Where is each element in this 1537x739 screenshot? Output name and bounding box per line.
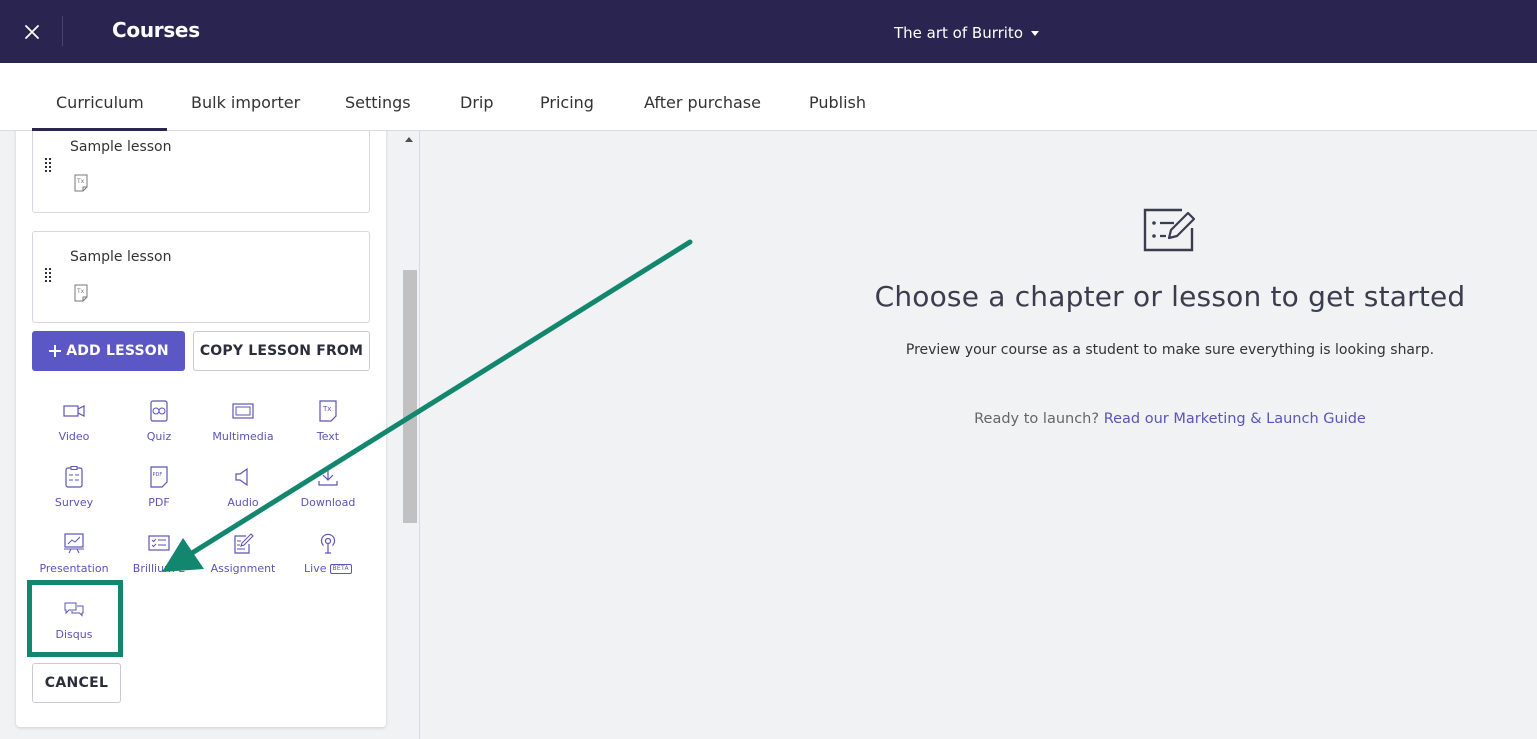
lesson-type-label: Download	[300, 496, 356, 509]
tab-bar: Curriculum Bulk importer Settings Drip P…	[0, 63, 1537, 131]
disqus-icon	[64, 602, 84, 617]
tab-settings[interactable]: Settings	[345, 93, 411, 112]
lesson-title: Sample lesson	[70, 139, 172, 155]
copy-lesson-button[interactable]: COPY LESSON FROM	[193, 331, 370, 371]
lesson-type-assignment[interactable]: Assignment	[201, 530, 285, 586]
beta-badge: BETA	[329, 563, 352, 574]
tab-bulk-importer[interactable]: Bulk importer	[191, 93, 300, 112]
lesson-type-label: Brillium E	[132, 562, 186, 575]
download-icon	[318, 468, 338, 486]
drag-handle-icon[interactable]	[44, 158, 52, 172]
svg-text:Tx: Tx	[76, 288, 85, 295]
sidebar-scrollbar[interactable]	[401, 131, 418, 739]
quiz-icon	[150, 400, 168, 422]
text-lesson-icon: Tx	[74, 284, 88, 302]
lesson-type-label: Quiz	[146, 430, 172, 443]
live-label: Live	[304, 562, 327, 575]
launch-guide-line: Ready to launch? Read our Marketing & La…	[870, 411, 1470, 427]
multimedia-icon	[232, 403, 254, 419]
tab-after-purchase[interactable]: After purchase	[644, 93, 761, 112]
lesson-type-label: Assignment	[210, 562, 276, 575]
lesson-type-video[interactable]: Video	[32, 398, 116, 454]
plus-icon	[49, 345, 62, 357]
lesson-item[interactable]: Sample lesson Tx	[32, 131, 370, 213]
close-icon	[25, 25, 39, 39]
lesson-type-live[interactable]: Live BETA	[286, 530, 370, 586]
survey-icon	[65, 466, 83, 488]
tab-pricing[interactable]: Pricing	[540, 93, 594, 112]
lesson-type-brillium[interactable]: Brillium E	[117, 530, 201, 586]
lesson-type-label: Live BETA	[304, 562, 352, 575]
lesson-type-text[interactable]: Tx Text	[286, 398, 370, 454]
svg-text:PDF: PDF	[153, 472, 163, 478]
scroll-up-arrow-icon[interactable]	[405, 137, 413, 142]
drag-handle-icon[interactable]	[44, 268, 52, 282]
lesson-type-label: Text	[316, 430, 340, 443]
add-lesson-button[interactable]: ADD LESSON	[32, 331, 185, 371]
lesson-type-label: PDF	[148, 496, 170, 509]
lesson-type-label: Video	[58, 430, 90, 443]
close-button[interactable]	[16, 16, 48, 48]
cancel-button[interactable]: CANCEL	[32, 663, 121, 703]
tab-curriculum[interactable]: Curriculum	[56, 93, 144, 112]
text-icon: Tx	[319, 400, 337, 422]
svg-text:Tx: Tx	[76, 178, 85, 185]
lesson-type-presentation[interactable]: Presentation	[32, 530, 116, 586]
add-lesson-label: ADD LESSON	[66, 343, 169, 359]
lesson-type-audio[interactable]: Audio	[201, 464, 285, 520]
video-icon	[63, 405, 85, 417]
launch-prefix: Ready to launch?	[974, 411, 1104, 427]
launch-guide-link[interactable]: Read our Marketing & Launch Guide	[1104, 411, 1366, 427]
course-selector[interactable]: The art of Burrito	[894, 24, 1039, 42]
text-lesson-icon: Tx	[74, 174, 88, 192]
live-icon	[320, 533, 336, 554]
lesson-type-download[interactable]: Download	[286, 464, 370, 520]
chevron-down-icon	[1031, 30, 1039, 36]
lesson-type-disqus[interactable]: Disqus	[32, 596, 116, 652]
tab-publish[interactable]: Publish	[809, 93, 866, 112]
lesson-type-label: Disqus	[55, 628, 93, 641]
lesson-title: Sample lesson	[70, 249, 172, 265]
lesson-type-label: Presentation	[39, 562, 109, 575]
scroll-thumb[interactable]	[403, 270, 417, 523]
lesson-type-label: Audio	[227, 496, 259, 509]
course-selector-label: The art of Burrito	[894, 24, 1023, 42]
svg-text:Tx: Tx	[322, 405, 331, 413]
audio-icon	[235, 467, 248, 487]
lesson-type-multimedia[interactable]: Multimedia	[201, 398, 285, 454]
lesson-type-label: Survey	[54, 496, 94, 509]
empty-state-title: Choose a chapter or lesson to get starte…	[874, 280, 1466, 313]
pdf-icon: PDF	[150, 466, 168, 488]
tab-drip[interactable]: Drip	[460, 93, 494, 112]
edit-list-icon	[1143, 208, 1196, 252]
presentation-icon	[64, 533, 84, 554]
page-title: Courses	[112, 18, 200, 42]
empty-state-subtitle: Preview your course as a student to make…	[905, 342, 1435, 358]
assignment-icon	[234, 533, 254, 554]
lesson-type-survey[interactable]: Survey	[32, 464, 116, 520]
lesson-type-label: Multimedia	[212, 430, 274, 443]
top-bar: Courses The art of Burrito	[0, 0, 1537, 63]
lesson-type-quiz[interactable]: Quiz	[117, 398, 201, 454]
topbar-divider	[62, 16, 63, 46]
lesson-type-pdf[interactable]: PDF PDF	[117, 464, 201, 520]
lesson-item[interactable]: Sample lesson Tx	[32, 231, 370, 323]
brillium-icon	[148, 535, 170, 551]
